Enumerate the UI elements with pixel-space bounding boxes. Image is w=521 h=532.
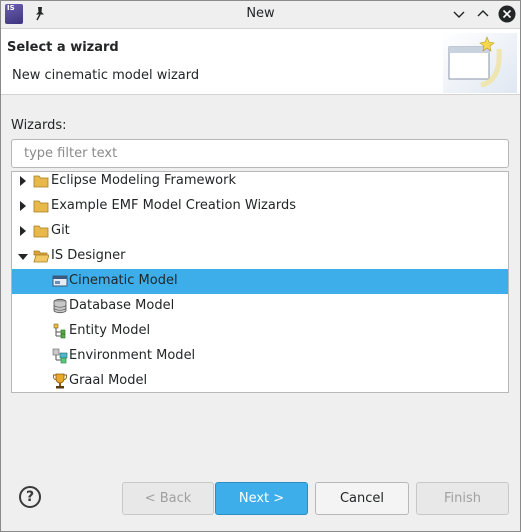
back-button[interactable]: < Back: [122, 482, 214, 515]
wizards-label: Wizards:: [11, 118, 67, 133]
expand-arrow-icon[interactable]: [20, 176, 26, 186]
tree-item-label: Cinematic Model: [69, 273, 178, 288]
next-button[interactable]: Next >: [215, 482, 308, 515]
tree-item-label: Eclipse Modeling Framework: [51, 173, 236, 188]
tree-item-eclipse-modeling-framework[interactable]: Eclipse Modeling Framework: [12, 172, 508, 194]
folder-icon: [33, 225, 49, 238]
expand-arrow-icon[interactable]: [20, 201, 26, 211]
wizard-banner-icon: [443, 33, 517, 93]
tree-item-label: Graal Model: [69, 373, 148, 388]
tree-item-is-designer[interactable]: IS Designer: [12, 244, 508, 269]
collapse-arrow-icon[interactable]: [18, 254, 28, 260]
close-icon[interactable]: [498, 5, 516, 23]
tree-item-label: Example EMF Model Creation Wizards: [51, 198, 296, 213]
folder-open-icon: [33, 250, 49, 263]
graal-trophy-icon: [53, 373, 67, 389]
entity-model-icon: [53, 323, 66, 339]
tree-item-label: Entity Model: [69, 323, 151, 338]
tree-item-database-model[interactable]: Database Model: [12, 294, 508, 319]
page-description: New cinematic model wizard: [12, 68, 200, 83]
tree-item-label: Environment Model: [69, 348, 196, 363]
maximize-icon[interactable]: [474, 5, 492, 23]
tree-item-label: Git: [51, 223, 70, 238]
cinematic-model-icon: [52, 275, 68, 287]
cancel-button[interactable]: Cancel: [315, 482, 409, 515]
tree-item-environment-model[interactable]: Environment Model: [12, 344, 508, 369]
new-wizard-dialog: IS New Select a wizard New cinematic mod…: [0, 0, 521, 532]
title-bar: IS New: [1, 1, 520, 29]
page-title: Select a wizard: [7, 40, 119, 55]
expand-arrow-icon[interactable]: [20, 226, 26, 236]
tree-item-label: Database Model: [69, 298, 175, 313]
tree-item-entity-model[interactable]: Entity Model: [12, 319, 508, 344]
tree-item-label: IS Designer: [51, 248, 126, 263]
window-title: New: [246, 6, 275, 21]
wizard-header: Select a wizard New cinematic model wiza…: [1, 29, 520, 95]
tree-item-cinematic-model[interactable]: Cinematic Model: [12, 269, 508, 294]
finish-button[interactable]: Finish: [416, 482, 509, 515]
filter-input[interactable]: [11, 139, 509, 168]
tree-item-example-emf-wizards[interactable]: Example EMF Model Creation Wizards: [12, 194, 508, 219]
folder-icon: [33, 200, 49, 213]
help-button[interactable]: ?: [19, 486, 41, 508]
tree-item-git[interactable]: Git: [12, 219, 508, 244]
minimize-icon[interactable]: [450, 5, 468, 23]
wizard-tree[interactable]: Eclipse Modeling Framework Example EMF M…: [11, 171, 509, 393]
tree-item-graal-model[interactable]: Graal Model: [12, 369, 508, 392]
environment-model-icon: [52, 348, 68, 364]
database-icon: [53, 298, 67, 314]
folder-icon: [33, 175, 49, 188]
